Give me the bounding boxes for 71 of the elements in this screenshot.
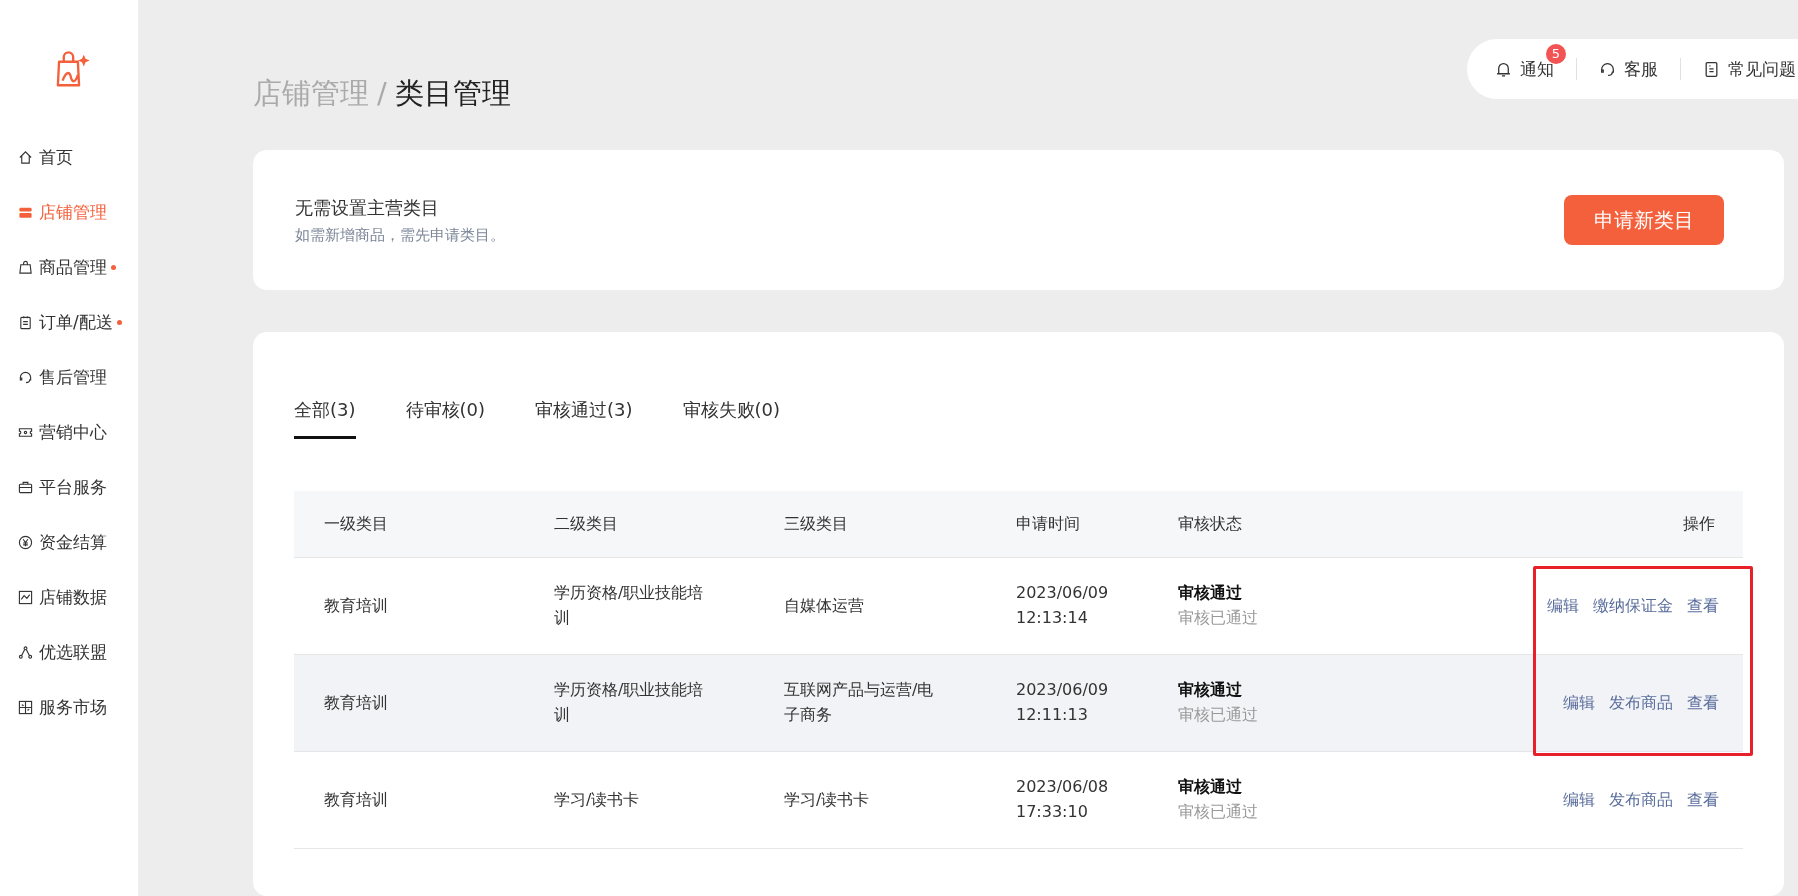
notice-title: 无需设置主营类目 <box>295 195 440 220</box>
table-cell-text: 学习/读书卡 <box>783 788 871 811</box>
time-text: 12:13:14 <box>1016 607 1089 629</box>
table-cell-text: 教育培训 <box>323 594 389 617</box>
doc-icon <box>1703 60 1720 78</box>
action-link[interactable]: 发布商品 <box>1609 787 1673 813</box>
action-link[interactable]: 发布商品 <box>1609 690 1673 716</box>
sidebar-item[interactable]: 商品管理 <box>0 240 138 295</box>
action-link[interactable]: 编辑 <box>1563 690 1595 716</box>
column-header: 三级类目 <box>783 512 849 535</box>
yen-icon <box>18 535 33 550</box>
sidebar-item[interactable]: 售后管理 <box>0 350 138 405</box>
sidebar-item[interactable]: 优选联盟 <box>0 625 138 680</box>
briefcase-icon <box>18 480 33 495</box>
column-header: 审核状态 <box>1177 512 1243 535</box>
date-text: 2023/06/09 <box>1016 679 1110 702</box>
sidebar-item[interactable]: 平台服务 <box>0 460 138 515</box>
table-cell-text: 学习/读书卡 <box>553 788 641 811</box>
filter-tab[interactable]: 待审核(0) <box>405 398 485 439</box>
network-icon <box>18 645 33 660</box>
action-link[interactable]: 查看 <box>1687 690 1719 716</box>
bell-icon <box>1495 60 1512 78</box>
column-header: 操作 <box>1682 512 1716 535</box>
toolbar-link[interactable]: 常见问题 <box>1728 57 1796 81</box>
chart-icon <box>18 590 33 605</box>
time-text: 17:33:10 <box>1016 801 1089 823</box>
column-header: 二级类目 <box>553 512 619 535</box>
table-cell-text: 互联网产品与运营/电子商务 <box>783 679 935 726</box>
table-cell-text: 学历资格/职业技能培训 <box>553 679 705 726</box>
sidebar-item[interactable]: 服务市场 <box>0 680 138 735</box>
status-note: 审核已通过 <box>1178 607 1259 629</box>
action-link[interactable]: 查看 <box>1687 593 1719 619</box>
action-link[interactable]: 缴纳保证金 <box>1593 593 1673 619</box>
breadcrumb-separator: / <box>377 76 387 110</box>
table-cell-text: 教育培训 <box>323 788 389 811</box>
filter-tab[interactable]: 审核通过(3) <box>535 398 633 439</box>
date-text: 2023/06/08 <box>1016 776 1110 799</box>
toolbar-link[interactable]: 客服 <box>1624 57 1658 81</box>
page-title: 类目管理 <box>394 75 511 112</box>
shop-icon <box>18 205 33 220</box>
notification-count: 5 <box>1546 43 1566 64</box>
column-header: 申请时间 <box>1015 512 1081 535</box>
headset-icon <box>1599 60 1616 78</box>
table-cell-text: 教育培训 <box>323 691 389 714</box>
action-link[interactable]: 编辑 <box>1547 593 1579 619</box>
status-note: 审核已通过 <box>1178 801 1259 823</box>
sidebar-item[interactable]: 店铺数据 <box>0 570 138 625</box>
status-text: 审核通过 <box>1178 776 1243 799</box>
action-link[interactable]: 查看 <box>1687 787 1719 813</box>
table-cell-text: 自媒体运营 <box>783 594 865 617</box>
status-text: 审核通过 <box>1178 582 1243 605</box>
order-icon <box>18 315 33 330</box>
notice-subtitle: 如需新增商品，需先申请类目。 <box>295 225 505 245</box>
sidebar-item[interactable]: 订单/配送 <box>0 295 138 350</box>
headset-icon <box>18 370 33 385</box>
date-text: 2023/06/09 <box>1016 582 1110 605</box>
filter-tab[interactable]: 审核失败(0) <box>682 398 780 439</box>
status-text: 审核通过 <box>1178 679 1243 702</box>
market-icon <box>18 700 33 715</box>
filter-tab[interactable]: 全部(3) <box>294 398 356 439</box>
sidebar-item[interactable]: 营销中心 <box>0 405 138 460</box>
action-link[interactable]: 编辑 <box>1563 787 1595 813</box>
column-header: 一级类目 <box>323 512 389 535</box>
sidebar-item[interactable]: 首页 <box>0 130 138 185</box>
status-note: 审核已通过 <box>1178 704 1259 726</box>
bag-icon <box>18 260 33 275</box>
home-icon <box>18 150 33 165</box>
ticket-icon <box>18 425 33 440</box>
sidebar-item[interactable]: 资金结算 <box>0 515 138 570</box>
time-text: 12:11:13 <box>1016 704 1089 726</box>
table-cell-text: 学历资格/职业技能培训 <box>553 582 705 629</box>
